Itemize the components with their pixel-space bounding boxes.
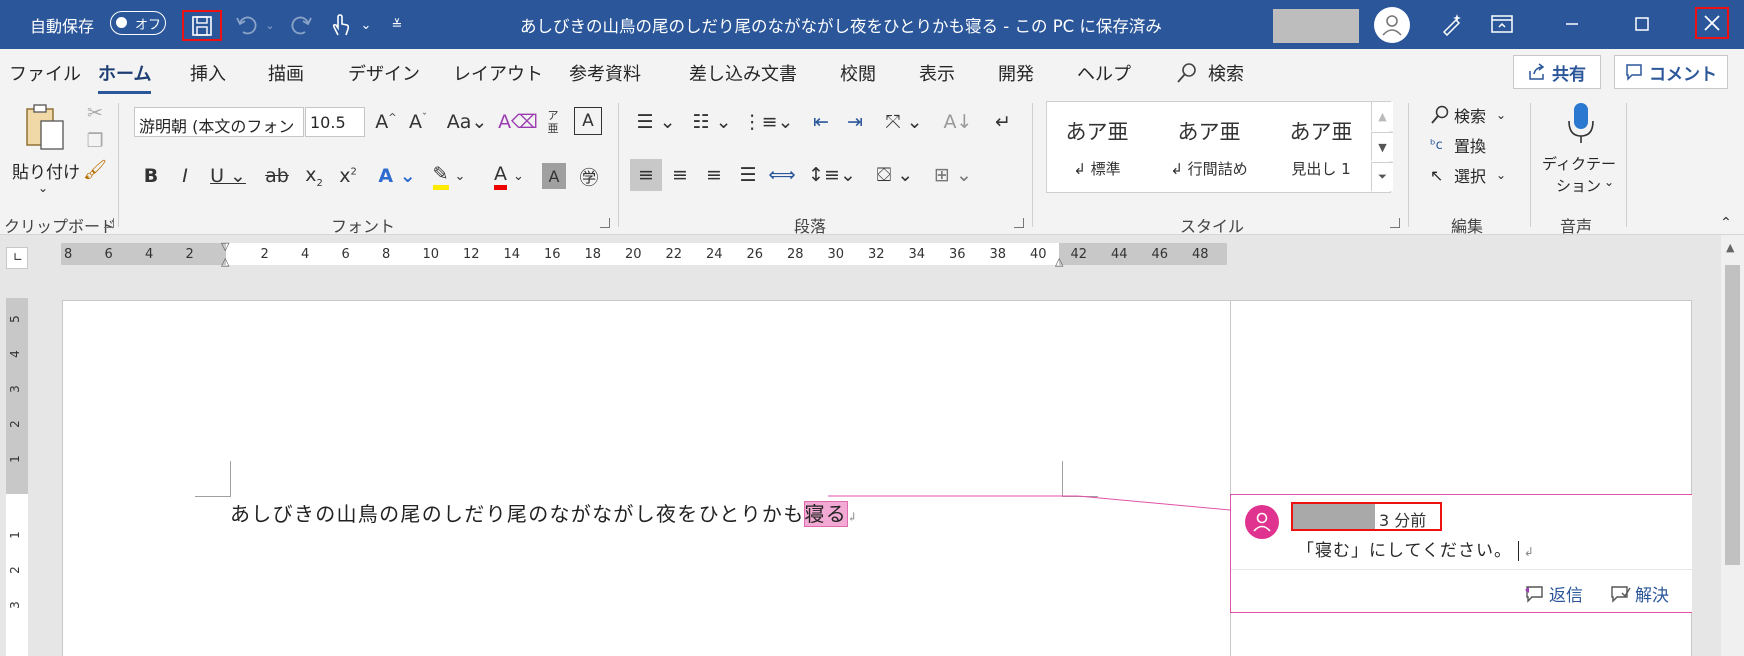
comment-divider	[1231, 569, 1693, 570]
vertical-scrollbar[interactable]: ▲	[1721, 235, 1744, 656]
scroll-up-icon[interactable]: ▲	[1726, 241, 1734, 254]
comment-time: 3 分前	[1379, 511, 1427, 530]
comment-avatar	[1245, 505, 1279, 539]
reply-button[interactable]: 返信	[1523, 581, 1583, 606]
comment-card[interactable]: 3 分前 「寝む」にしてください。 ↲ 返信 解決	[1230, 494, 1693, 613]
comment-text: 「寝む」にしてください。	[1297, 541, 1512, 561]
resolve-icon	[1611, 585, 1631, 603]
comment-body[interactable]: 「寝む」にしてください。 ↲	[1297, 536, 1535, 561]
comment-author-redacted	[1293, 504, 1375, 529]
reply-icon	[1525, 585, 1543, 603]
user-icon	[1253, 512, 1271, 532]
comment-header: 3 分前	[1291, 502, 1442, 531]
scrollbar-thumb[interactable]	[1725, 265, 1740, 565]
paragraph-mark: ↲	[1518, 545, 1535, 559]
resolve-label: 解決	[1635, 586, 1669, 606]
reply-label: 返信	[1549, 586, 1583, 606]
resolve-button[interactable]: 解決	[1609, 581, 1669, 606]
